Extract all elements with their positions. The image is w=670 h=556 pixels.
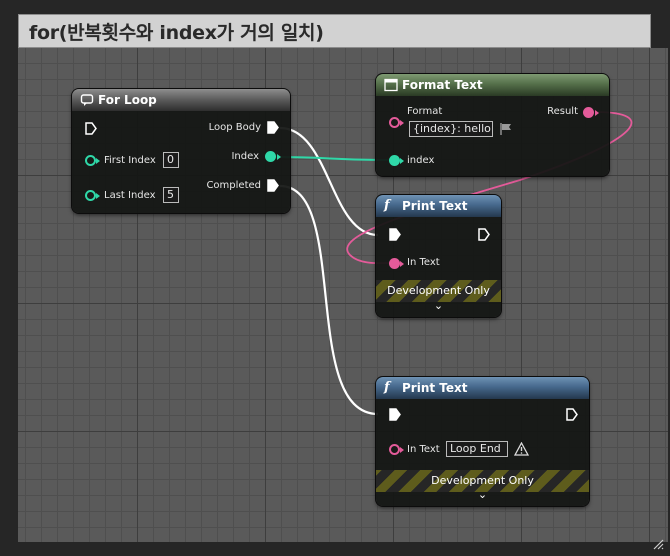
- function-icon: f: [384, 198, 390, 213]
- print-text-node-2[interactable]: f Print Text In Text Loop End Developmen…: [376, 377, 589, 506]
- for-loop-header[interactable]: For Loop: [72, 89, 290, 111]
- print-text-2-in-text-label: In Text: [407, 444, 440, 455]
- index-out-pin[interactable]: [265, 151, 276, 162]
- format-label: Format: [407, 106, 443, 117]
- result-out-pin[interactable]: [583, 107, 594, 118]
- comment-box-header[interactable]: for(반복횟수와 index가 거의 일치): [18, 14, 651, 48]
- format-input[interactable]: {index}: hello: [409, 121, 493, 137]
- warning-icon: [514, 442, 529, 456]
- print-text-node-1[interactable]: f Print Text In Text Development Only ⌄: [376, 195, 501, 317]
- print-text-2-exec-out-pin[interactable]: [566, 408, 578, 421]
- last-index-input[interactable]: 5: [163, 187, 179, 203]
- format-text-node[interactable]: Format Text Format {index}: hello Result…: [376, 74, 609, 176]
- print-text-2-in-text-pin[interactable]: [389, 444, 400, 455]
- print-text-1-in-text-label: In Text: [407, 257, 440, 268]
- first-index-arrow-icon: [96, 158, 100, 164]
- expand-chevron-icon[interactable]: ⌄: [376, 488, 589, 501]
- print-text-2-in-text-arrow-icon: [400, 447, 404, 453]
- index-in-label: index: [407, 155, 435, 166]
- index-in-pin[interactable]: [389, 155, 400, 166]
- index-in-arrow-icon: [400, 158, 404, 164]
- localize-flag-icon[interactable]: [499, 122, 513, 136]
- last-index-arrow-icon: [96, 193, 100, 199]
- function-icon: f: [384, 380, 390, 395]
- for-loop-exec-in-pin[interactable]: [85, 122, 97, 135]
- result-arrow-icon: [595, 110, 599, 116]
- resize-grip-icon[interactable]: [652, 538, 664, 550]
- first-index-input[interactable]: 0: [163, 152, 179, 168]
- loop-body-label: Loop Body: [208, 122, 261, 133]
- print-text-2-title: Print Text: [402, 381, 468, 395]
- result-label: Result: [547, 106, 578, 117]
- print-text-2-exec-in-pin[interactable]: [389, 408, 401, 421]
- format-text-title: Format Text: [402, 78, 483, 92]
- expand-chevron-icon[interactable]: ⌄: [376, 299, 501, 312]
- for-loop-title: For Loop: [98, 93, 157, 107]
- print-text-2-header[interactable]: f Print Text: [376, 377, 589, 399]
- index-out-arrow-icon: [277, 154, 281, 160]
- last-index-label: Last Index: [104, 190, 156, 201]
- print-text-1-in-text-pin[interactable]: [389, 258, 400, 269]
- format-in-pin[interactable]: [389, 117, 400, 128]
- completed-label: Completed: [206, 180, 261, 191]
- function-box-icon: [384, 78, 398, 92]
- print-text-1-in-text-arrow-icon: [400, 261, 404, 267]
- macro-icon: [80, 93, 94, 107]
- completed-exec-pin[interactable]: [267, 179, 279, 192]
- print-text-1-exec-in-pin[interactable]: [389, 228, 401, 241]
- last-index-pin[interactable]: [85, 190, 96, 201]
- development-only-label: Development Only: [431, 474, 534, 487]
- development-only-label: Development Only: [387, 284, 490, 297]
- print-text-1-title: Print Text: [402, 199, 468, 213]
- first-index-label: First Index: [104, 155, 156, 166]
- index-label: Index: [231, 151, 259, 162]
- comment-title: for(반복횟수와 index가 거의 일치): [29, 22, 324, 44]
- loop-body-exec-pin[interactable]: [267, 121, 279, 134]
- print-text-1-exec-out-pin[interactable]: [478, 228, 490, 241]
- format-arrow-icon: [400, 120, 404, 126]
- print-text-1-header[interactable]: f Print Text: [376, 195, 501, 217]
- format-text-header[interactable]: Format Text: [376, 74, 609, 96]
- first-index-pin[interactable]: [85, 155, 96, 166]
- for-loop-node[interactable]: For Loop First Index 0 Last Index 5 Loop…: [72, 89, 290, 213]
- print-text-2-in-text-input[interactable]: Loop End: [446, 441, 508, 457]
